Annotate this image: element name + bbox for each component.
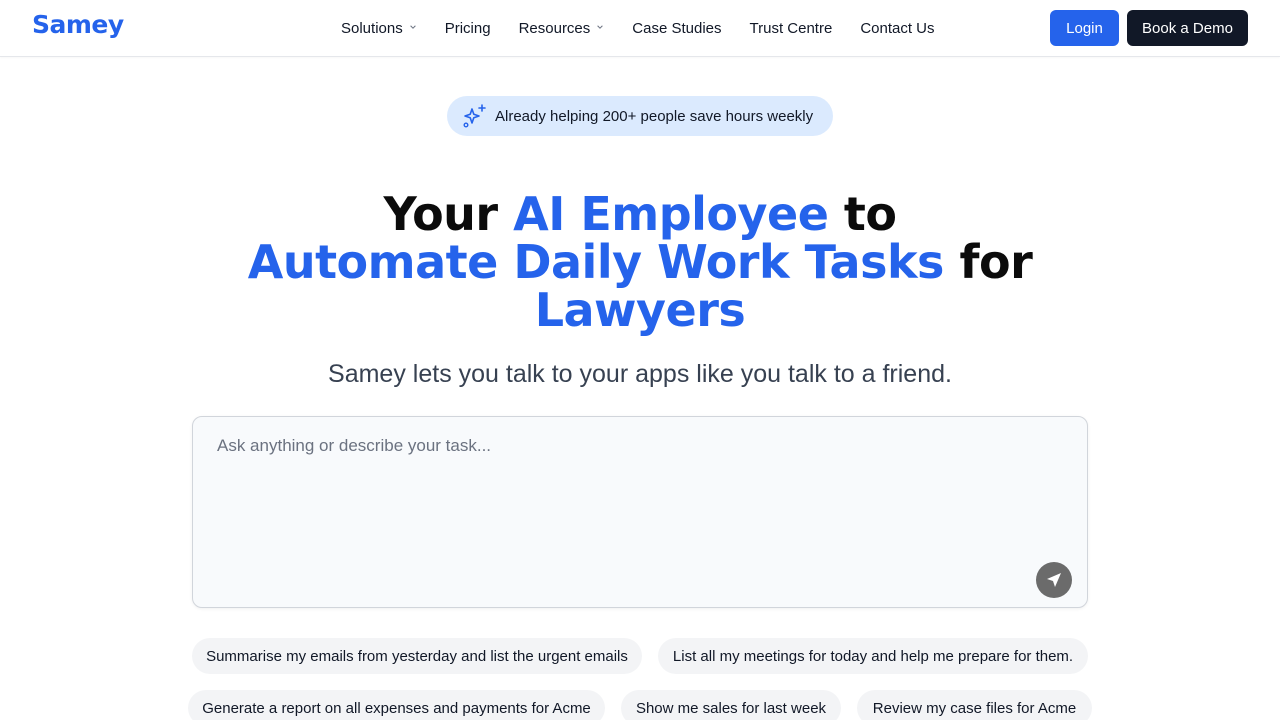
suggestion-chip[interactable]: Generate a report on all expenses and pa… xyxy=(188,690,605,720)
suggestion-chip[interactable]: Summarise my emails from yesterday and l… xyxy=(192,638,642,674)
nav-item-pricing[interactable]: Pricing xyxy=(445,20,491,37)
nav-item-trust-centre[interactable]: Trust Centre xyxy=(750,20,833,37)
badge-text: Already helping 200+ people save hours w… xyxy=(495,107,814,125)
prompt-box xyxy=(192,416,1088,608)
hero-text: to xyxy=(828,187,897,241)
book-demo-button[interactable]: Book a Demo xyxy=(1127,10,1248,46)
nav-item-resources[interactable]: Resources xyxy=(519,20,605,37)
send-icon xyxy=(1047,573,1061,587)
nav-item-contact-us[interactable]: Contact Us xyxy=(860,20,934,37)
hero-text: for xyxy=(943,235,1033,289)
suggestion-chip[interactable]: List all my meetings for today and help … xyxy=(658,638,1088,674)
nav-item-label: Solutions xyxy=(341,19,403,37)
hero-highlight: AI Employee xyxy=(513,187,829,241)
hero-title-line: Lawyers xyxy=(0,286,1280,334)
nav-item-label: Trust Centre xyxy=(749,19,833,37)
top-navbar: Samey Solutions Pricing Resources Case S… xyxy=(0,0,1280,57)
main-nav: Solutions Pricing Resources Case Studies… xyxy=(341,0,935,56)
chevron-down-icon xyxy=(409,25,416,29)
nav-item-label: Case Studies xyxy=(632,19,722,37)
prompt-input[interactable] xyxy=(193,417,1087,607)
suggestion-chip[interactable]: Review my case files for Acme xyxy=(857,690,1092,720)
hero-highlight: Lawyers xyxy=(534,283,746,337)
nav-item-solutions[interactable]: Solutions xyxy=(341,20,417,37)
nav-item-label: Resources xyxy=(518,19,591,37)
nav-item-label: Pricing xyxy=(444,19,491,37)
hero-highlight: Automate Daily Work Tasks xyxy=(247,235,945,289)
nav-item-label: Contact Us xyxy=(860,19,935,37)
login-button[interactable]: Login xyxy=(1050,10,1119,46)
hero-text: Your xyxy=(383,187,514,241)
hero-subtitle: Samey lets you talk to your apps like yo… xyxy=(328,360,952,388)
logo[interactable]: Samey xyxy=(32,10,124,39)
suggestion-chip[interactable]: Show me sales for last week xyxy=(621,690,841,720)
hero-title: Your AI Employee to Automate Daily Work … xyxy=(0,190,1280,334)
chevron-down-icon xyxy=(597,25,604,29)
hero-title-line: Automate Daily Work Tasks for xyxy=(0,238,1280,286)
nav-item-case-studies[interactable]: Case Studies xyxy=(632,20,721,37)
sparkles-icon xyxy=(463,104,486,128)
social-proof-badge: Already helping 200+ people save hours w… xyxy=(447,96,833,136)
hero-title-line: Your AI Employee to xyxy=(0,190,1280,238)
send-button[interactable] xyxy=(1036,562,1072,598)
